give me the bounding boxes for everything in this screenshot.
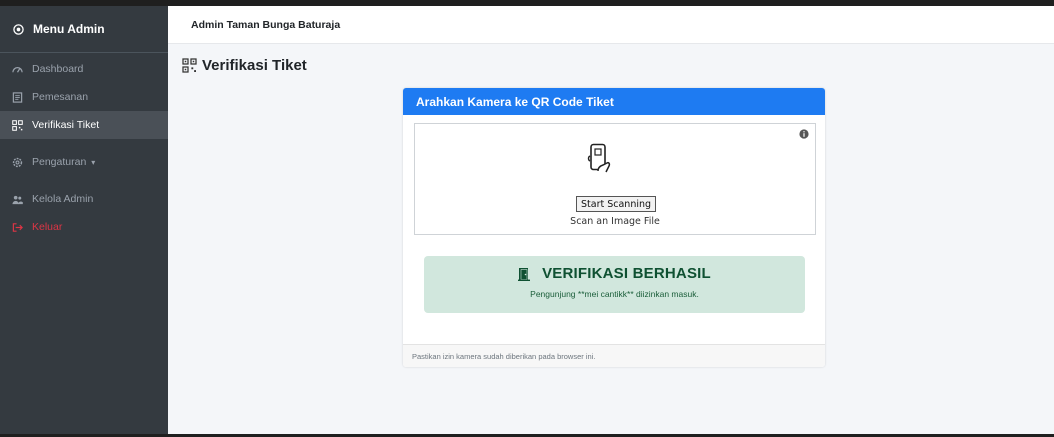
nav-spacer bbox=[0, 176, 168, 185]
sidebar-item-verifikasi-tiket[interactable]: Verifikasi Tiket bbox=[0, 111, 168, 139]
sidebar-item-label: Pengaturan bbox=[32, 156, 87, 168]
sidebar-item-label: Verifikasi Tiket bbox=[32, 119, 100, 131]
sidebar-item-keluar[interactable]: Keluar bbox=[0, 213, 168, 241]
sidebar: Menu Admin Dashboard Pemesanan Verifikas… bbox=[0, 6, 168, 434]
verification-success-alert: VERIFIKASI BERHASIL Pengunjung **mei can… bbox=[424, 256, 805, 313]
gear-icon bbox=[12, 157, 23, 168]
sidebar-brand-label: Menu Admin bbox=[33, 22, 105, 36]
start-scanning-button[interactable]: Start Scanning bbox=[576, 196, 657, 212]
sidebar-item-label: Dashboard bbox=[32, 63, 84, 75]
qr-code-icon bbox=[12, 119, 23, 131]
qr-code-icon bbox=[182, 58, 197, 73]
info-icon[interactable] bbox=[799, 129, 809, 139]
sidebar-item-pemesanan[interactable]: Pemesanan bbox=[0, 83, 168, 111]
scan-image-file-link[interactable]: Scan an Image File bbox=[415, 216, 815, 227]
sidebar-item-pengaturan[interactable]: Pengaturan ▾ bbox=[0, 148, 168, 176]
card-header: Arahkan Kamera ke QR Code Tiket bbox=[403, 88, 825, 115]
scanner-card: Arahkan Kamera ke QR Code Tiket Start Sc… bbox=[403, 88, 825, 367]
sidebar-item-label: Kelola Admin bbox=[32, 193, 94, 205]
sidebar-item-dashboard[interactable]: Dashboard bbox=[0, 55, 168, 83]
brand-flower-icon bbox=[13, 23, 24, 35]
door-open-icon bbox=[518, 267, 531, 281]
logout-icon bbox=[12, 222, 23, 233]
nav-spacer bbox=[0, 139, 168, 148]
alert-title: VERIFIKASI BERHASIL bbox=[424, 265, 805, 282]
alert-title-text: VERIFIKASI BERHASIL bbox=[542, 265, 711, 282]
page-title-text: Verifikasi Tiket bbox=[202, 57, 307, 74]
alert-message: Pengunjung **mei cantikk** diizinkan mas… bbox=[530, 289, 699, 299]
sidebar-item-kelola-admin[interactable]: Kelola Admin bbox=[0, 185, 168, 213]
qr-scanner-region: Start Scanning Scan an Image File bbox=[414, 123, 816, 235]
receipt-icon bbox=[12, 91, 23, 103]
phone-scan-icon bbox=[587, 143, 611, 175]
chevron-down-icon: ▾ bbox=[91, 157, 96, 167]
users-icon bbox=[12, 194, 23, 205]
navbar-title: Admin Taman Bunga Baturaja bbox=[191, 18, 341, 31]
dashboard-icon bbox=[12, 64, 23, 75]
app-window: Menu Admin Dashboard Pemesanan Verifikas… bbox=[0, 6, 1054, 434]
main-content: Admin Taman Bunga Baturaja Verifikasi Ti… bbox=[168, 6, 1054, 434]
sidebar-brand[interactable]: Menu Admin bbox=[0, 6, 168, 53]
page-title: Verifikasi Tiket bbox=[182, 57, 307, 74]
sidebar-item-label: Keluar bbox=[32, 221, 63, 233]
card-footer: Pastikan izin kamera sudah diberikan pad… bbox=[403, 344, 825, 367]
sidebar-item-label: Pemesanan bbox=[32, 91, 89, 103]
top-navbar: Admin Taman Bunga Baturaja bbox=[168, 6, 1054, 44]
sidebar-nav: Dashboard Pemesanan Verifikasi Tiket Pen bbox=[0, 55, 168, 241]
